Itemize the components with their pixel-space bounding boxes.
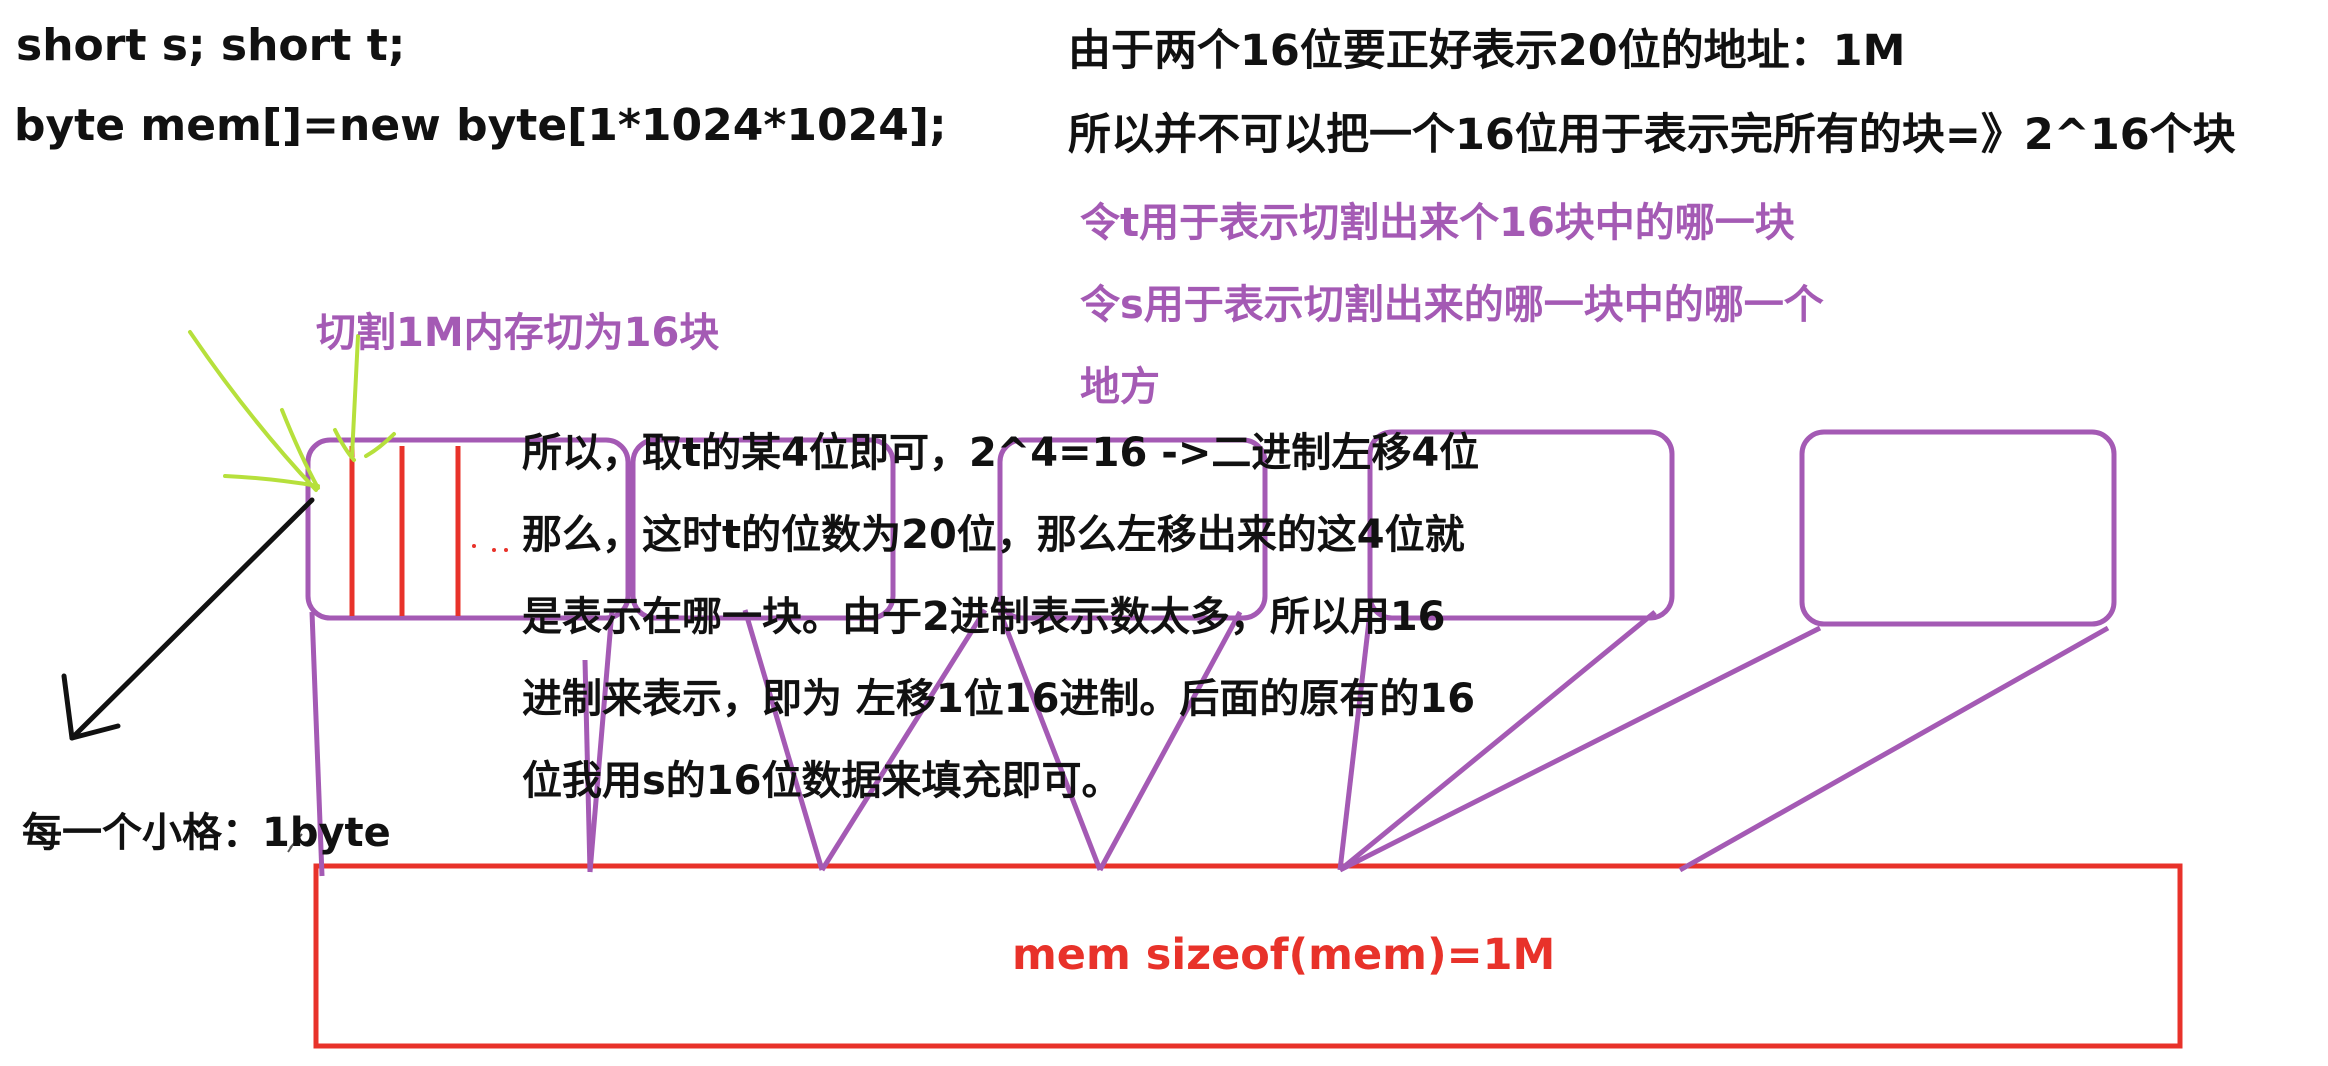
- purple-note-3: 地方: [1080, 364, 1160, 410]
- split-label: 切割1M内存切为16块: [316, 310, 720, 356]
- explanation-line-2: 那么，这时t的位数为20位，那么左移出来的这4位就: [522, 512, 1465, 558]
- note-line-1: 由于两个16位要正好表示20位的地址：1M: [1068, 26, 1906, 76]
- memory-label: mem sizeof(mem)=1M: [1012, 930, 1556, 980]
- purple-note-1: 令t用于表示切割出来个16块中的哪一块: [1080, 200, 1795, 246]
- explanation-line-4: 进制来表示，即为 左移1位16进制。后面的原有的16: [522, 676, 1476, 722]
- explanation-line-3: 是表示在哪一块。由于2进制表示数太多，所以用16: [522, 594, 1446, 640]
- explanation-line-1: 所以，取t的某4位即可，2^4=16 ->二进制左移4位: [522, 430, 1480, 476]
- explanation-line-5: 位我用s的16位数据来填充即可。: [522, 758, 1122, 804]
- byte-cell-dividers: [349, 446, 461, 616]
- black-arrow: [61, 497, 315, 741]
- red-dots: [472, 544, 508, 552]
- segment-box-5: [1799, 429, 2117, 627]
- code-line-alloc: byte mem[]=new byte[1*1024*1024];: [14, 100, 947, 151]
- note-line-2: 所以并不可以把一个16位用于表示完所有的块=》2^16个块: [1068, 110, 2236, 160]
- cell-label: 每一个小格：1byte: [22, 810, 391, 856]
- purple-note-2: 令s用于表示切割出来的哪一块中的哪一个: [1080, 282, 1824, 328]
- code-line-declare: short s; short t;: [16, 20, 406, 71]
